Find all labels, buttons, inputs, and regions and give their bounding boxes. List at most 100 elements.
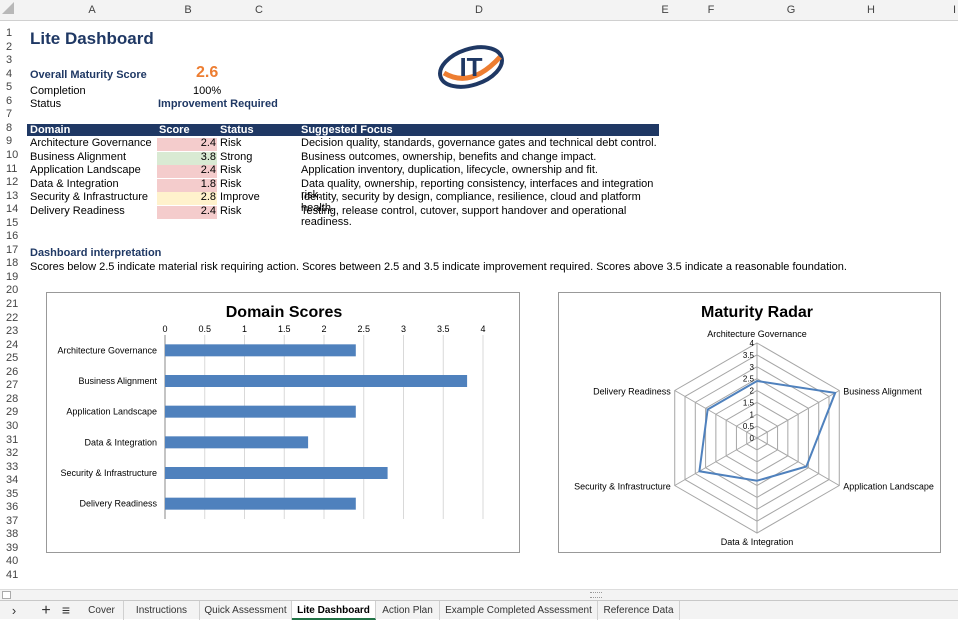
- maturity-radar-chart[interactable]: Maturity Radar 0 0.5 1 1.5 2 2.5 3 3.5 4 Architect…: [558, 292, 941, 553]
- row-header-1[interactable]: 1: [0, 28, 25, 39]
- scroll-thumb[interactable]: [590, 592, 602, 598]
- row-header-41[interactable]: 41: [0, 570, 25, 581]
- domain-cell[interactable]: Data & Integration: [30, 178, 119, 190]
- row-header-9[interactable]: 9: [0, 136, 25, 147]
- row-header-27[interactable]: 27: [0, 380, 25, 391]
- row-header-11[interactable]: 11: [0, 163, 25, 175]
- row-header-30[interactable]: 30: [0, 420, 25, 432]
- score-cell[interactable]: 1.8: [157, 178, 217, 192]
- focus-cell[interactable]: Decision quality, standards, governance …: [301, 138, 657, 149]
- row-header-7[interactable]: 7: [0, 109, 25, 120]
- horizontal-scrollbar[interactable]: [0, 589, 958, 600]
- tab-instructions[interactable]: Instructions: [124, 601, 200, 620]
- score-cell[interactable]: 2.4: [157, 138, 217, 151]
- row-header-32[interactable]: 32: [0, 448, 25, 459]
- row-header-24[interactable]: 24: [0, 339, 25, 351]
- select-all-corner[interactable]: [2, 2, 14, 14]
- category-label: Architecture Governance: [57, 345, 157, 355]
- header-focus[interactable]: Suggested Focus: [301, 124, 393, 136]
- status-cell[interactable]: Strong: [220, 151, 252, 163]
- row-header-26[interactable]: 26: [0, 366, 25, 378]
- tab-nav-chevron-icon[interactable]: ›: [6, 601, 22, 620]
- row-header-37[interactable]: 37: [0, 515, 25, 527]
- column-header-d[interactable]: D: [299, 0, 659, 21]
- column-header-f[interactable]: F: [671, 0, 751, 21]
- row-header-15[interactable]: 15: [0, 217, 25, 229]
- column-header-i[interactable]: I: [911, 0, 958, 21]
- score-cell[interactable]: 2.8: [157, 192, 217, 206]
- column-header-a[interactable]: A: [27, 0, 157, 21]
- row-header-40[interactable]: 40: [0, 556, 25, 567]
- header-score[interactable]: Score: [159, 124, 190, 136]
- row-header-23[interactable]: 23: [0, 326, 25, 337]
- tab-reference-data[interactable]: Reference Data: [598, 601, 680, 620]
- sheet-list-icon[interactable]: ≡: [58, 601, 74, 620]
- row-header-38[interactable]: 38: [0, 529, 25, 540]
- status-cell[interactable]: Risk: [220, 165, 241, 176]
- row-header-25[interactable]: 25: [0, 353, 25, 364]
- row-header-35[interactable]: 35: [0, 488, 25, 500]
- overall-score-value[interactable]: 2.6: [196, 65, 218, 81]
- row-header-28[interactable]: 28: [0, 393, 25, 405]
- row-header-6[interactable]: 6: [0, 95, 25, 107]
- tab-cover[interactable]: Cover: [80, 601, 124, 620]
- row-header-8[interactable]: 8: [0, 122, 25, 134]
- column-header-e[interactable]: E: [659, 0, 671, 21]
- category-label: Security & Infrastructure: [60, 468, 157, 478]
- add-sheet-icon[interactable]: +: [38, 601, 54, 620]
- row-header-18[interactable]: 18: [0, 258, 25, 269]
- row-header-33[interactable]: 33: [0, 461, 25, 473]
- tab-quick-assessment[interactable]: Quick Assessment: [200, 601, 292, 620]
- score-cell[interactable]: 2.4: [157, 206, 217, 219]
- status-cell[interactable]: Risk: [220, 178, 241, 190]
- status-value[interactable]: Improvement Required: [158, 99, 278, 110]
- domain-cell[interactable]: Business Alignment: [30, 151, 126, 163]
- row-header-21[interactable]: 21: [0, 299, 25, 310]
- score-cell[interactable]: 2.4: [157, 165, 217, 179]
- domain-cell[interactable]: Security & Infrastructure: [30, 192, 148, 203]
- row-header-29[interactable]: 29: [0, 407, 25, 418]
- row-header-14[interactable]: 14: [0, 204, 25, 215]
- row-header-20[interactable]: 20: [0, 285, 25, 296]
- row-header-5[interactable]: 5: [0, 82, 25, 93]
- status-label: Status: [30, 98, 62, 110]
- column-header-g[interactable]: G: [751, 0, 831, 21]
- header-domain[interactable]: Domain: [30, 124, 70, 136]
- row-header-10[interactable]: 10: [0, 149, 25, 161]
- row-header-22[interactable]: 22: [0, 312, 25, 324]
- focus-cell[interactable]: Testing, release control, cutover, suppo…: [301, 206, 659, 228]
- row-header-13[interactable]: 13: [0, 190, 25, 202]
- tab-action-plan[interactable]: Action Plan: [376, 601, 440, 620]
- row-header-34[interactable]: 34: [0, 475, 25, 486]
- row-header-12[interactable]: 12: [0, 177, 25, 188]
- domain-cell[interactable]: Architecture Governance: [30, 138, 152, 149]
- tab-example-completed-assessment[interactable]: Example Completed Assessment: [440, 601, 598, 620]
- completion-value[interactable]: 100%: [193, 86, 221, 97]
- interpretation-text[interactable]: Scores below 2.5 indicate material risk …: [30, 262, 847, 273]
- row-header-bar: 1 2 3 4 5 6 7 8 9 10 11 12 13 14 15 16 17 18 19 20 21 22 23 24 2…: [0, 21, 25, 589]
- header-status[interactable]: Status: [220, 124, 254, 136]
- domain-scores-chart[interactable]: Domain Scores 0 0.5 1 1.5 2 2.5 3 3.5 4 Architectu…: [46, 292, 520, 553]
- row-header-4[interactable]: 4: [0, 68, 25, 80]
- row-header-16[interactable]: 16: [0, 231, 25, 242]
- status-cell[interactable]: Improve: [220, 192, 260, 203]
- scroll-left-arrow[interactable]: [2, 591, 11, 599]
- domain-cell[interactable]: Delivery Readiness: [30, 206, 125, 217]
- focus-cell[interactable]: Application inventory, duplication, life…: [301, 165, 598, 176]
- row-header-36[interactable]: 36: [0, 502, 25, 513]
- column-header-b[interactable]: B: [157, 0, 219, 21]
- row-header-31[interactable]: 31: [0, 434, 25, 446]
- row-header-39[interactable]: 39: [0, 542, 25, 554]
- row-header-3[interactable]: 3: [0, 55, 25, 66]
- row-header-17[interactable]: 17: [0, 244, 25, 256]
- domain-cell[interactable]: Application Landscape: [30, 165, 141, 176]
- focus-cell[interactable]: Business outcomes, ownership, benefits a…: [301, 151, 596, 163]
- status-cell[interactable]: Risk: [220, 138, 241, 149]
- score-cell[interactable]: 3.8: [157, 151, 217, 165]
- row-header-2[interactable]: 2: [0, 41, 25, 53]
- tab-lite-dashboard[interactable]: Lite Dashboard: [292, 601, 376, 620]
- row-header-19[interactable]: 19: [0, 271, 25, 283]
- status-cell[interactable]: Risk: [220, 206, 241, 217]
- column-header-h[interactable]: H: [831, 0, 911, 21]
- column-header-c[interactable]: C: [219, 0, 299, 21]
